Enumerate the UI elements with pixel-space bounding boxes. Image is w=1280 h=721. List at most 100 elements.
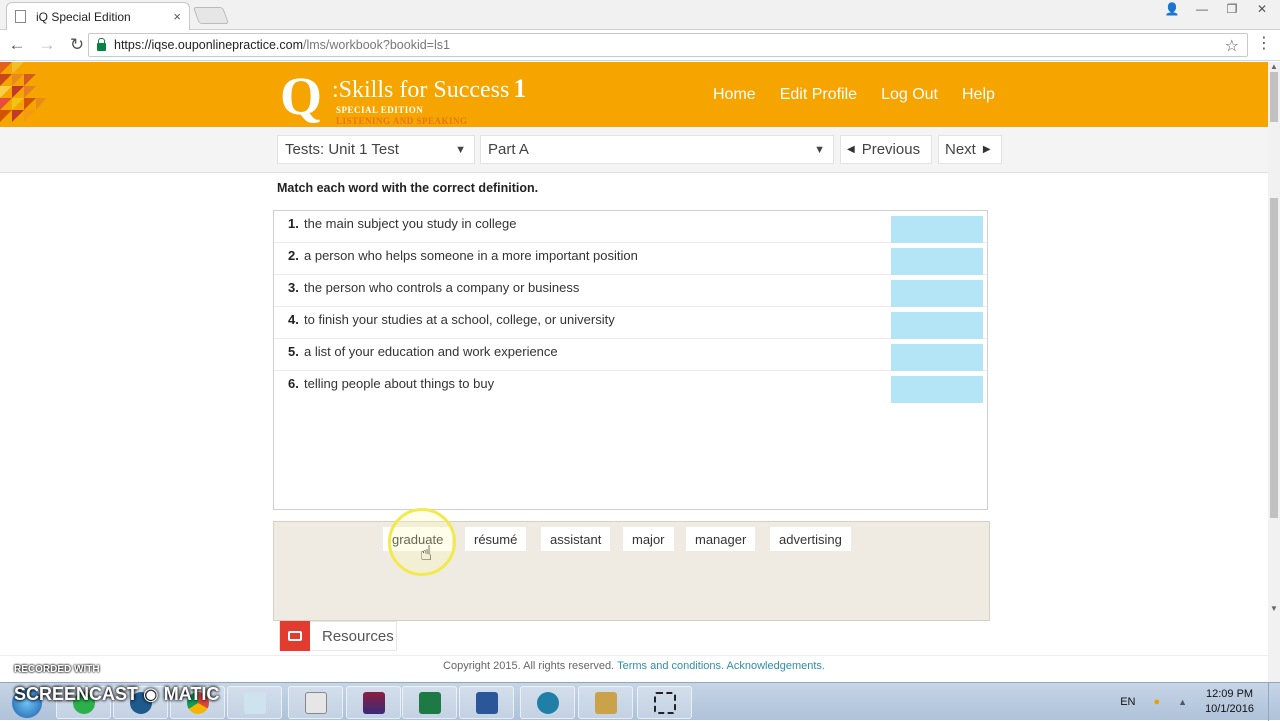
window-controls: 👤 — ❐ ✕	[1160, 2, 1274, 16]
logo-special-edition: SPECIAL EDITION	[336, 105, 424, 115]
item-number: 1.	[288, 216, 299, 231]
instructions: Match each word with the correct definit…	[277, 181, 539, 195]
resources-button[interactable]: Resources	[279, 621, 397, 651]
part-select[interactable]: Part A ▼	[480, 135, 834, 164]
page-footer: Copyright 2015. All rights reserved. Ter…	[0, 655, 1268, 681]
scroll-up-icon[interactable]: ▲	[1270, 62, 1278, 71]
item-number: 2.	[288, 248, 299, 263]
forward-icon[interactable]: →	[34, 35, 60, 55]
answer-drop-zone[interactable]	[891, 344, 983, 371]
show-desktop-button[interactable]	[1268, 683, 1280, 721]
page-scrollbar[interactable]: ▲ ▼	[1268, 62, 1280, 682]
mosaic-pattern-icon	[0, 62, 46, 122]
part-select-value: Part A	[488, 141, 529, 158]
answer-drop-zone[interactable]	[891, 216, 983, 243]
notepad-icon[interactable]	[227, 686, 282, 719]
back-icon[interactable]: ←	[4, 35, 30, 55]
scrollbar-thumb[interactable]	[1270, 72, 1278, 122]
nav-log-out[interactable]: Log Out	[881, 86, 938, 104]
answer-drop-zone[interactable]	[891, 280, 983, 307]
bookmark-star-icon[interactable]: ☆	[1225, 36, 1239, 56]
definition-text: a list of your education and work experi…	[304, 344, 558, 359]
triangle-right-icon: ▶	[982, 144, 991, 155]
clock[interactable]: 12:09 PM 10/1/2016	[1205, 687, 1254, 717]
browser-tabstrip: iQ Special Edition × 👤 — ❐ ✕	[0, 0, 1280, 30]
site-header: Q :Skills for Success 1 SPECIAL EDITION L…	[0, 62, 1268, 127]
browser-toolbar: ← → ↻ https://iqse.ouponlinepractice.com…	[0, 30, 1280, 61]
lock-icon	[97, 38, 106, 51]
url-path: /lms/workbook?bookid=ls1	[303, 38, 450, 52]
acknowledgements-link[interactable]: Acknowledgements.	[727, 660, 825, 672]
close-window-icon[interactable]: ✕	[1250, 2, 1274, 16]
top-navigation: Home Edit Profile Log Out Help	[713, 86, 1019, 104]
answer-drop-zone[interactable]	[891, 376, 983, 403]
language-indicator[interactable]: EN	[1120, 696, 1135, 708]
word-chip-major[interactable]: major	[623, 527, 674, 551]
logo-skill: LISTENING AND SPEAKING	[336, 116, 468, 126]
new-tab-button[interactable]	[192, 7, 230, 24]
winrar-icon[interactable]	[346, 686, 401, 719]
word-bank: graduate résumé assistant major manager …	[273, 521, 990, 621]
scrollbar-thumb[interactable]	[1270, 198, 1278, 518]
definition-row: 2. a person who helps someone in a more …	[274, 243, 987, 275]
tab-title: iQ Special Edition	[36, 9, 131, 24]
nav-home[interactable]: Home	[713, 86, 756, 104]
logo-q: Q	[280, 66, 323, 126]
profile-icon[interactable]: 👤	[1160, 2, 1184, 16]
word-chip-resume[interactable]: résumé	[465, 527, 527, 551]
hand-cursor-icon: ☝	[420, 543, 433, 565]
nav-help[interactable]: Help	[962, 86, 995, 104]
watermark-recorded: RECORDED WITH	[14, 664, 100, 675]
chevron-down-icon: ▼	[814, 144, 825, 156]
definition-row: 1. the main subject you study in college	[274, 211, 987, 243]
snipping-tool-icon[interactable]	[637, 686, 692, 719]
copyright-text: Copyright 2015. All rights reserved.	[443, 660, 615, 672]
word-icon[interactable]	[459, 686, 514, 719]
terms-link[interactable]: Terms and conditions.	[617, 660, 724, 672]
scroll-down-icon[interactable]: ▼	[1270, 604, 1278, 613]
skills-for-success-logo[interactable]: Q :Skills for Success 1 SPECIAL EDITION L…	[280, 66, 560, 126]
answer-drop-zone[interactable]	[891, 312, 983, 339]
definition-row: 5. a list of your education and work exp…	[274, 339, 987, 371]
item-number: 4.	[288, 312, 299, 327]
notification-icon[interactable]: ●	[1153, 696, 1160, 708]
next-button[interactable]: Next ▶	[938, 135, 1002, 164]
definition-row: 6. telling people about things to buy	[274, 371, 987, 403]
restore-icon[interactable]: ❐	[1220, 2, 1244, 16]
browser-menu-icon[interactable]: ⋮	[1256, 36, 1272, 52]
clock-time: 12:09 PM	[1205, 688, 1254, 700]
definition-row: 4. to finish your studies at a school, c…	[274, 307, 987, 339]
test-select-value: Tests: Unit 1 Test	[285, 141, 399, 158]
chevron-down-icon: ▼	[455, 144, 466, 156]
test-select[interactable]: Tests: Unit 1 Test ▼	[277, 135, 475, 164]
flag-icon[interactable]: ▲	[1178, 697, 1187, 707]
answer-drop-zone[interactable]	[891, 248, 983, 275]
definitions-list: 1. the main subject you study in college…	[273, 210, 988, 510]
minimize-icon[interactable]: —	[1190, 2, 1214, 16]
item-number: 3.	[288, 280, 299, 295]
item-number: 6.	[288, 376, 299, 391]
definition-row: 3. the person who controls a company or …	[274, 275, 987, 307]
system-tray: EN ● ▲ 12:09 PM 10/1/2016	[1120, 687, 1254, 717]
reload-icon[interactable]: ↻	[64, 35, 90, 55]
word-chip-assistant[interactable]: assistant	[541, 527, 611, 551]
nav-edit-profile[interactable]: Edit Profile	[780, 86, 857, 104]
excel-icon[interactable]	[402, 686, 457, 719]
logo-title: :Skills for Success 1	[332, 74, 527, 103]
close-tab-icon[interactable]: ×	[173, 9, 181, 24]
triangle-left-icon: ◀	[847, 144, 855, 155]
clock-date: 10/1/2016	[1205, 703, 1254, 715]
resources-label: Resources	[322, 627, 394, 645]
folder-icon	[280, 621, 310, 651]
previous-button[interactable]: ◀ Previous	[840, 135, 932, 164]
definition-text: to finish your studies at a school, coll…	[304, 312, 615, 327]
address-bar[interactable]: https://iqse.ouponlinepractice.com /lms/…	[88, 33, 1248, 57]
word-chip-manager[interactable]: manager	[686, 527, 756, 551]
calculator-icon[interactable]	[288, 686, 343, 719]
definition-text: the main subject you study in college	[304, 216, 517, 231]
definition-text: telling people about things to buy	[304, 376, 495, 391]
word-chip-advertising[interactable]: advertising	[770, 527, 851, 551]
app-q-icon[interactable]	[520, 686, 575, 719]
keys-icon[interactable]	[578, 686, 633, 719]
browser-tab[interactable]: iQ Special Edition ×	[6, 2, 190, 30]
